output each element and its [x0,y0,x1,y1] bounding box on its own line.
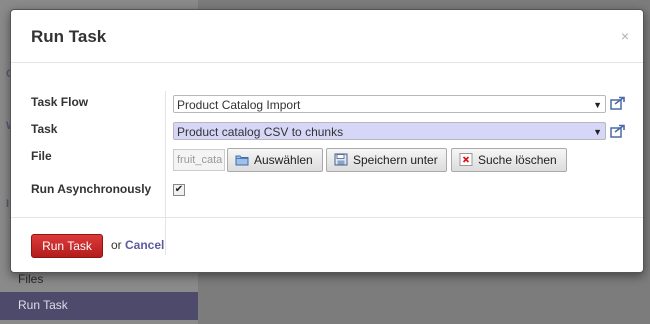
cancel-link[interactable]: Cancel [125,238,164,252]
task-label: Task [31,122,58,136]
dialog-footer: Run Task or Cancel [11,217,643,272]
dialog-body: Task Flow Task File Run Asynchronously P… [11,63,643,255]
dialog-header: Run Task × [11,10,643,63]
background-menu-run-task: Run Task [0,292,198,320]
save-icon [334,153,348,166]
task-select[interactable]: Product catalog CSV to chunks ▼ [173,122,606,140]
choose-file-label: Auswählen [254,153,313,167]
folder-icon [235,155,249,166]
save-as-button[interactable]: Speichern unter [326,148,447,172]
run-async-label: Run Asynchronously [31,182,152,196]
choose-file-button[interactable]: Auswählen [227,148,323,172]
background-sidebar-letter: I [6,198,10,210]
task-flow-select[interactable]: Product Catalog Import ▼ [173,95,606,113]
or-text: or [111,238,122,252]
file-name-field[interactable]: fruit_cata [173,149,225,171]
task-flow-value: Product Catalog Import [177,98,301,112]
save-as-label: Speichern unter [353,153,438,167]
task-value: Product catalog CSV to chunks [177,125,344,139]
task-flow-label: Task Flow [31,95,89,109]
background-menu-files: Files [18,272,44,286]
open-external-icon[interactable] [610,124,626,138]
run-task-button[interactable]: Run Task [31,234,103,258]
dropdown-arrow-icon: ▼ [593,100,602,110]
clear-search-button[interactable]: Suche löschen [451,148,567,172]
run-task-dialog: Run Task × Task Flow Task File Run Async… [10,9,644,273]
file-label: File [31,149,52,163]
open-external-icon[interactable] [610,96,626,110]
delete-icon [459,153,473,166]
close-icon[interactable]: × [621,28,629,44]
clear-search-label: Suche löschen [478,153,557,167]
dialog-title: Run Task [31,27,107,46]
dropdown-arrow-icon: ▼ [593,127,602,137]
run-async-checkbox[interactable]: ✔ [173,184,185,196]
